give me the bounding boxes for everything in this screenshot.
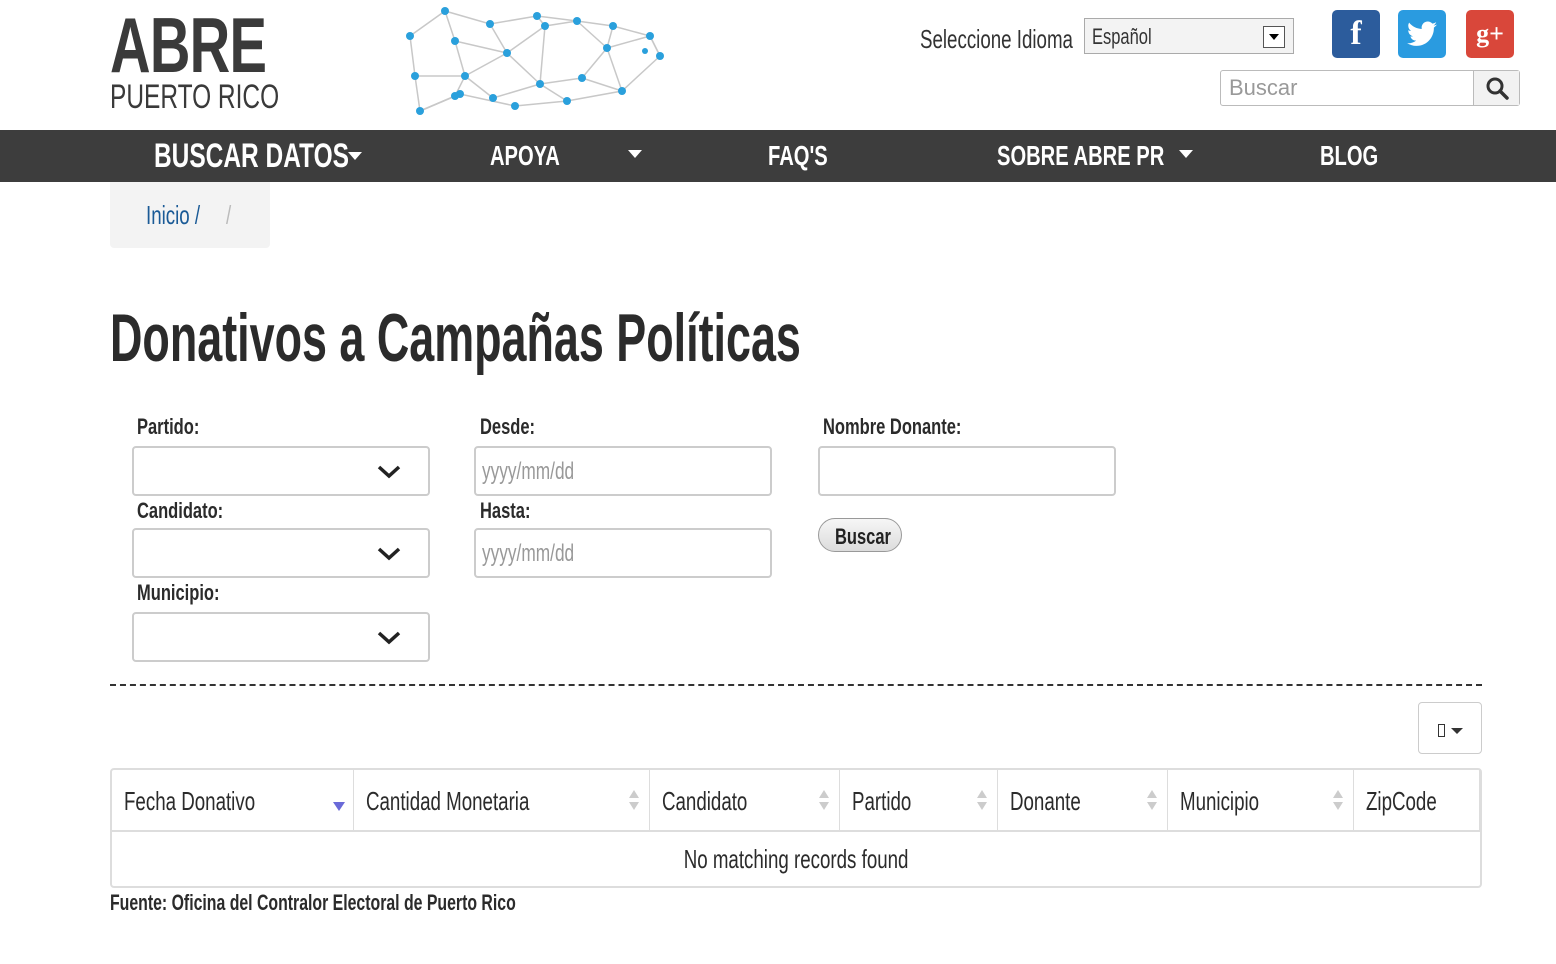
sort-icon xyxy=(1333,790,1343,812)
nav-faqs[interactable]: FAQ'S xyxy=(768,130,851,182)
google-plus-icon[interactable]: g+ xyxy=(1466,10,1514,58)
chevron-down-icon xyxy=(377,547,401,561)
language-label: Seleccione Idioma xyxy=(920,24,1073,54)
hasta-date-input[interactable]: yyyy/mm/dd xyxy=(474,528,772,578)
chevron-down-icon xyxy=(348,152,362,160)
caret-down-icon xyxy=(1451,728,1463,734)
twitter-icon[interactable] xyxy=(1398,10,1446,58)
date-placeholder: yyyy/mm/dd xyxy=(482,458,575,485)
column-header-candidato[interactable]: Candidato xyxy=(650,770,840,832)
nav-label: BLOG xyxy=(1320,140,1379,171)
twitter-bird-icon xyxy=(1407,21,1437,46)
empty-table-row: No matching records found xyxy=(112,832,1480,886)
nav-buscar-datos[interactable]: BUSCAR DATOS xyxy=(154,130,425,182)
language-selected-value: Español xyxy=(1092,24,1152,49)
chevron-down-icon xyxy=(377,631,401,645)
column-header-label: ZipCode xyxy=(1366,786,1437,816)
column-header-label: Candidato xyxy=(662,786,748,816)
source-note: Fuente: Oficina del Contralor Electoral … xyxy=(110,890,516,915)
column-header-fecha-donativo[interactable]: Fecha Donativo xyxy=(112,770,354,832)
nav-apoya[interactable]: APOYA xyxy=(490,130,587,182)
desde-label: Desde: xyxy=(480,414,536,439)
column-header-partido[interactable]: Partido xyxy=(840,770,998,832)
nombre-donante-label: Nombre Donante: xyxy=(823,414,962,439)
partido-select[interactable] xyxy=(132,446,430,496)
facebook-glyph: f xyxy=(1350,15,1362,52)
columns-icon xyxy=(1438,724,1445,737)
sort-icon xyxy=(629,790,639,812)
search-box xyxy=(1220,70,1520,106)
search-icon xyxy=(1486,77,1509,100)
results-table: Fecha Donativo Cantidad Monetaria Candid… xyxy=(110,768,1482,888)
nav-blog[interactable]: BLOG xyxy=(1320,130,1401,182)
sort-desc-icon xyxy=(333,802,345,811)
network-graphic-icon xyxy=(406,7,664,115)
columns-toggle-button[interactable] xyxy=(1418,702,1482,754)
nav-label: FAQ'S xyxy=(768,140,828,171)
logo-text-abre: ABRE xyxy=(110,1,267,89)
language-select[interactable]: Español xyxy=(1084,18,1294,54)
section-divider xyxy=(110,684,1482,686)
municipio-label: Municipio: xyxy=(137,580,220,605)
breadcrumb-home-link[interactable]: Inicio / xyxy=(146,200,200,231)
search-button[interactable] xyxy=(1473,71,1519,105)
facebook-icon[interactable]: f xyxy=(1332,10,1380,58)
column-header-label: Fecha Donativo xyxy=(124,786,256,816)
empty-table-message: No matching records found xyxy=(683,844,909,874)
desde-date-input[interactable]: yyyy/mm/dd xyxy=(474,446,772,496)
site-logo[interactable]: ABRE PUERTO RICO xyxy=(110,1,664,116)
nombre-donante-input[interactable] xyxy=(818,446,1116,496)
buscar-button-label: Buscar xyxy=(835,524,891,549)
nav-label: APOYA xyxy=(490,140,560,171)
search-input[interactable] xyxy=(1221,71,1473,105)
google-plus-glyph: g+ xyxy=(1476,19,1504,48)
column-header-zipcode[interactable]: ZipCode xyxy=(1354,770,1480,832)
nav-label: BUSCAR DATOS xyxy=(154,136,349,175)
chevron-down-icon xyxy=(377,465,401,479)
buscar-button[interactable]: Buscar xyxy=(818,518,902,552)
sort-icon xyxy=(1147,790,1157,812)
column-header-municipio[interactable]: Municipio xyxy=(1168,770,1354,832)
page-title: Donativos a Campañas Políticas xyxy=(110,300,801,376)
main-nav: BUSCAR DATOS APOYA FAQ'S SOBRE ABRE PR B… xyxy=(0,130,1556,182)
chevron-down-icon xyxy=(628,150,642,158)
municipio-select[interactable] xyxy=(132,612,430,662)
breadcrumb: Inicio / / xyxy=(110,182,270,248)
column-header-label: Partido xyxy=(852,786,912,816)
column-header-label: Municipio xyxy=(1180,786,1260,816)
breadcrumb-separator: / xyxy=(226,200,232,230)
sort-icon xyxy=(977,790,987,812)
sort-icon xyxy=(819,790,829,812)
candidato-select[interactable] xyxy=(132,528,430,578)
nav-label: SOBRE ABRE PR xyxy=(997,140,1165,171)
logo-text-puerto-rico: PUERTO RICO xyxy=(110,78,280,116)
chevron-down-icon xyxy=(1179,150,1193,158)
column-header-label: Donante xyxy=(1010,786,1081,816)
column-header-label: Cantidad Monetaria xyxy=(366,786,530,816)
hasta-label: Hasta: xyxy=(480,498,531,523)
column-header-cantidad-monetaria[interactable]: Cantidad Monetaria xyxy=(354,770,650,832)
partido-label: Partido: xyxy=(137,414,200,439)
dropdown-arrow-icon xyxy=(1263,26,1285,48)
candidato-label: Candidato: xyxy=(137,498,224,523)
date-placeholder: yyyy/mm/dd xyxy=(482,540,575,567)
column-header-donante[interactable]: Donante xyxy=(998,770,1168,832)
nav-sobre-abre-pr[interactable]: SOBRE ABRE PR xyxy=(997,130,1229,182)
